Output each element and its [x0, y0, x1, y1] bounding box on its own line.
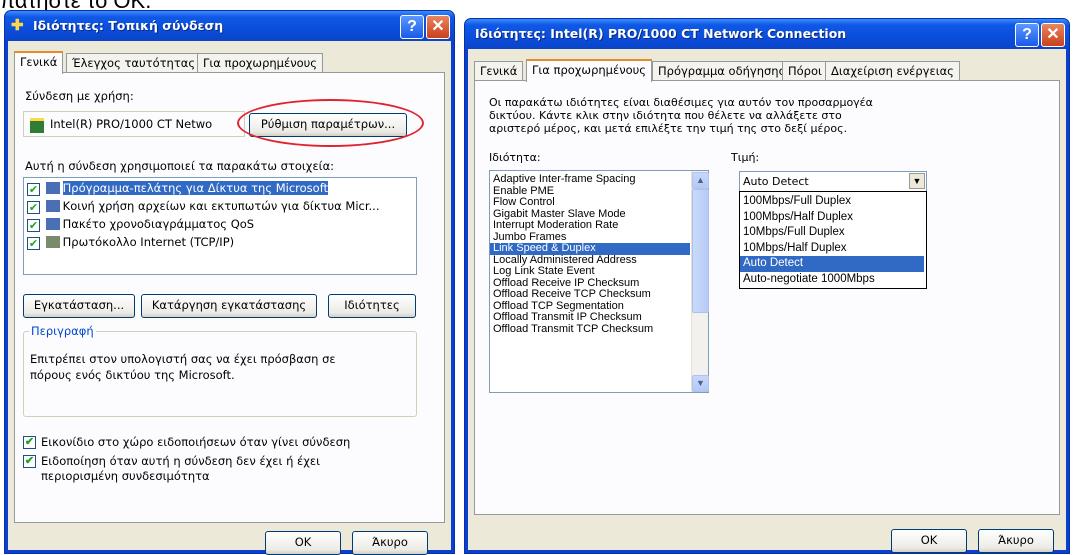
- highlight-oval: [237, 99, 424, 147]
- component-checkbox[interactable]: ✔: [27, 201, 40, 214]
- intro-line-2: δικτύου. Κάντε κλικ στην ιδιότητα που θέ…: [489, 109, 842, 122]
- component-checkbox[interactable]: ✔: [27, 219, 40, 232]
- value-option[interactable]: Auto Detect: [740, 256, 924, 272]
- value-option[interactable]: Auto-negotiate 1000Mbps: [740, 272, 924, 288]
- close-button[interactable]: ✕: [426, 15, 450, 39]
- value-option[interactable]: 10Mbps/Full Duplex: [740, 225, 924, 241]
- property-list[interactable]: Adaptive Inter-frame Spacing Enable PME Fl…: [489, 170, 709, 393]
- description-line-2: πόρους ενός δικτύου της Microsoft.: [30, 368, 235, 382]
- scroll-thumb[interactable]: [692, 189, 709, 313]
- adapter-properties-window: Ιδιότητες: Intel(R) PRO/1000 CT Network …: [464, 18, 1070, 554]
- notify-limited-label-1[interactable]: Ειδοποίηση όταν αυτή η σύνδεση δεν έχει …: [41, 454, 320, 468]
- install-button[interactable]: Εγκατάσταση...: [23, 294, 135, 318]
- value-options: 100Mbps/Full Duplex 100Mbps/Half Duplex 10…: [740, 194, 924, 287]
- property-item[interactable]: Offload Transmit TCP Checksum: [490, 323, 690, 336]
- property-item[interactable]: Offload Transmit IP Checksum: [490, 311, 690, 324]
- property-item[interactable]: Offload Receive TCP Checksum: [490, 288, 690, 301]
- intro-line-3: αριστερό μέρος, και μετά επιλέξτε την τι…: [489, 122, 848, 135]
- properties-button[interactable]: Ιδιότητες: [328, 294, 416, 318]
- description-title: Περιγραφή: [29, 324, 96, 338]
- tab-driver[interactable]: Πρόγραμμα οδήγησης: [652, 61, 792, 80]
- adapter-box: Intel(R) PRO/1000 CT Netwo: [23, 111, 245, 137]
- property-item[interactable]: Flow Control: [490, 196, 690, 209]
- advanced-panel: Οι παρακάτω ιδιότητες είναι διαθέσιμες γ…: [474, 80, 1060, 515]
- value-option[interactable]: 10Mbps/Half Duplex: [740, 241, 924, 257]
- protocol-icon: [45, 236, 60, 248]
- components-label: Αυτή η σύνδεση χρησιμοποιεί τα παρακάτω …: [25, 159, 335, 173]
- window-title: Ιδιότητες: Τοπική σύνδεση: [33, 18, 224, 33]
- tab-advanced[interactable]: Για προχωρημένους: [526, 59, 653, 82]
- network-icon: ✚: [11, 17, 24, 34]
- connect-using-label: Σύνδεση με χρήση:: [25, 89, 134, 103]
- ok-button[interactable]: OK: [265, 531, 341, 555]
- list-item[interactable]: ✔ Πρωτόκολλο Internet (TCP/IP): [27, 234, 234, 251]
- list-item[interactable]: ✔ Πρόγραμμα-πελάτης για Δίκτυα της Micro…: [27, 180, 329, 197]
- property-label: Ιδιότητα:: [489, 151, 541, 164]
- component-checkbox[interactable]: ✔: [27, 237, 40, 250]
- list-item[interactable]: ✔ Πακέτο χρονοδιαγράμματος QoS: [27, 216, 254, 233]
- scroll-up-icon[interactable]: ▲: [692, 172, 709, 189]
- notify-limited-label-2: περιορισμένη συνδεσιμότητα: [41, 469, 210, 483]
- uninstall-button[interactable]: Κατάργηση εγκατάστασης: [141, 294, 317, 318]
- tab-advanced[interactable]: Για προχωρημένους: [197, 53, 324, 72]
- value-option[interactable]: 100Mbps/Half Duplex: [740, 210, 924, 226]
- value-select-current: Auto Detect: [743, 175, 809, 188]
- value-dropdown-list[interactable]: 100Mbps/Full Duplex 100Mbps/Half Duplex 10…: [739, 191, 927, 289]
- list-item[interactable]: ✔ Κοινή χρήση αρχείων και εκτυπωτών για …: [27, 198, 380, 215]
- property-items: Adaptive Inter-frame Spacing Enable PME Fl…: [490, 173, 690, 336]
- tab-power-management[interactable]: Διαχείριση ενέργειας: [825, 61, 960, 80]
- cancel-button[interactable]: Άκυρο: [352, 531, 428, 555]
- property-item[interactable]: Adaptive Inter-frame Spacing: [490, 173, 690, 186]
- help-button[interactable]: ?: [1015, 23, 1039, 47]
- value-label: Τιμή:: [731, 151, 760, 164]
- cancel-button[interactable]: Άκυρο: [978, 529, 1054, 553]
- local-connection-properties-window: ✚ Ιδιότητες: Τοπική σύνδεση ? ✕ Γενικά Έ…: [4, 10, 455, 555]
- tab-general[interactable]: Γενικά: [474, 61, 524, 80]
- client-icon: [45, 182, 60, 194]
- intro-line-1: Οι παρακάτω ιδιότητες είναι διαθέσιμες γ…: [489, 96, 873, 109]
- tab-resources[interactable]: Πόροι: [782, 61, 828, 80]
- ok-button[interactable]: OK: [891, 529, 967, 553]
- help-button[interactable]: ?: [400, 15, 424, 39]
- adapter-name: Intel(R) PRO/1000 CT Netwo: [50, 117, 213, 131]
- title-bar[interactable]: Ιδιότητες: Intel(R) PRO/1000 CT Network …: [465, 19, 1069, 49]
- property-item[interactable]: Link Speed & Duplex: [490, 242, 690, 255]
- notify-icon-checkbox[interactable]: ✔: [23, 436, 36, 449]
- window-title: Ιδιότητες: Intel(R) PRO/1000 CT Network …: [475, 26, 847, 41]
- network-card-icon: [30, 118, 44, 133]
- value-select[interactable]: Auto Detect ▼: [739, 171, 927, 192]
- value-option[interactable]: 100Mbps/Full Duplex: [740, 194, 924, 210]
- close-button[interactable]: ✕: [1041, 23, 1065, 47]
- property-item[interactable]: Interrupt Moderation Rate: [490, 219, 690, 232]
- service-icon: [45, 218, 60, 230]
- scroll-down-icon[interactable]: ▼: [692, 375, 709, 392]
- components-list[interactable]: ✔ Πρόγραμμα-πελάτης για Δίκτυα της Micro…: [23, 177, 417, 275]
- description-group: Περιγραφή Επιτρέπει στον υπολογιστή σας …: [23, 324, 417, 417]
- property-scrollbar[interactable]: ▲ ▼: [691, 171, 709, 392]
- service-icon: [45, 200, 60, 212]
- component-checkbox[interactable]: ✔: [27, 183, 40, 196]
- notify-icon-label[interactable]: Εικονίδιο στο χώρο ειδοποιήσεων όταν γίν…: [41, 435, 350, 449]
- description-line-1: Επιτρέπει στον υπολογιστή σας να έχει πρ…: [30, 352, 336, 366]
- notify-limited-checkbox[interactable]: ✔: [23, 455, 36, 468]
- general-panel: Σύνδεση με χρήση: Intel(R) PRO/1000 CT N…: [14, 72, 445, 523]
- property-item[interactable]: Log Link State Event: [490, 265, 690, 278]
- tab-general[interactable]: Γενικά: [14, 51, 64, 74]
- chevron-down-icon[interactable]: ▼: [909, 173, 925, 189]
- tab-authentication[interactable]: Έλεγχος ταυτότητας: [66, 53, 202, 72]
- title-bar[interactable]: ✚ Ιδιότητες: Τοπική σύνδεση ? ✕: [5, 11, 454, 41]
